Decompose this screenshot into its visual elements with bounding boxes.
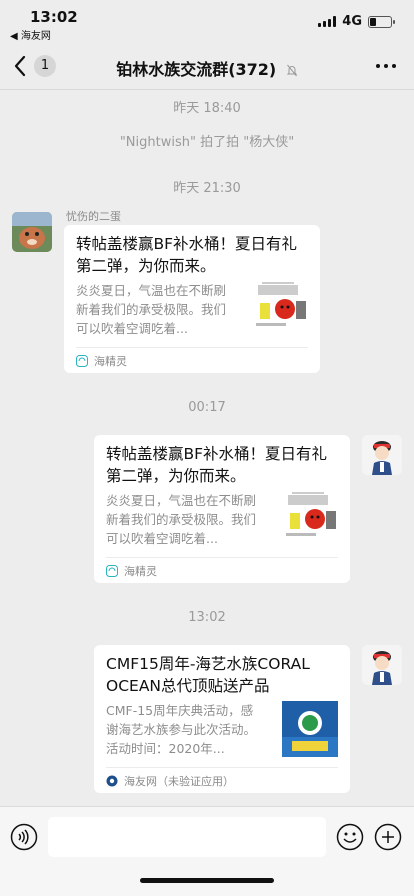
card-source-name: 海友网（未验证应用） xyxy=(124,774,234,788)
more-options-button[interactable] xyxy=(376,64,396,68)
sender-avatar[interactable] xyxy=(12,212,52,252)
mute-bell-icon xyxy=(286,64,298,77)
card-thumbnail xyxy=(282,701,338,757)
sender-name: 忧伤的二蛋 xyxy=(66,210,121,223)
card-description: 炎炎夏日，气温也在不断刷新着我们的承受极限。我们可以吹着空调吃着... xyxy=(106,493,257,546)
chat-title-wrap: 铂林水族交流群(372) xyxy=(0,56,414,80)
timestamp: 13:02 xyxy=(188,610,226,625)
card-description: CMF-15周年庆典活动，感谢海艺水族参与此次活动。活动时间：2020年... xyxy=(106,703,257,756)
timestamp: 昨天 21:30 xyxy=(173,181,241,196)
link-card[interactable]: 转帖盖楼赢BF补水桶！夏日有礼第二弹，为你而来。 炎炎夏日，气温也在不断刷新着我… xyxy=(94,435,350,583)
link-card[interactable]: 转帖盖楼赢BF补水桶！夏日有礼第二弹，为你而来。 炎炎夏日，气温也在不断刷新着我… xyxy=(64,225,320,373)
card-source-name: 海精灵 xyxy=(94,354,127,368)
status-bar: 13:02 ◀ 海友网 4G xyxy=(0,0,414,44)
signal-icon xyxy=(318,16,337,27)
card-title: 转帖盖楼赢BF补水桶！夏日有礼第二弹，为你而来。 xyxy=(106,445,328,485)
add-more-icon[interactable] xyxy=(374,823,402,851)
timestamp: 00:17 xyxy=(188,400,226,415)
mini-program-icon xyxy=(76,354,88,367)
network-type: 4G xyxy=(342,14,362,29)
card-title: 转帖盖楼赢BF补水桶！夏日有礼第二弹，为你而来。 xyxy=(76,235,298,275)
card-source: 海友网（未验证应用） xyxy=(106,767,338,793)
status-time: 13:02 xyxy=(30,8,78,26)
card-source-name: 海精灵 xyxy=(124,564,157,578)
message-input[interactable] xyxy=(48,817,326,857)
card-title: CMF15周年-海艺水族CORAL OCEAN总代顶贴送产品 xyxy=(106,655,310,695)
home-indicator xyxy=(140,878,274,883)
battery-icon xyxy=(368,15,395,28)
voice-input-icon[interactable] xyxy=(10,823,38,851)
chat-title: 铂林水族交流群(372) xyxy=(116,60,277,79)
link-card[interactable]: CMF15周年-海艺水族CORAL OCEAN总代顶贴送产品 CMF-15周年庆… xyxy=(94,645,350,793)
mini-program-icon xyxy=(106,564,118,577)
card-thumbnail xyxy=(252,279,308,335)
status-indicators: 4G xyxy=(318,14,395,29)
card-source: 海精灵 xyxy=(106,557,338,583)
chat-header: 1 铂林水族交流群(372) xyxy=(0,44,414,90)
card-description: 炎炎夏日，气温也在不断刷新着我们的承受极限。我们可以吹着空调吃着... xyxy=(76,283,227,336)
app-logo-icon xyxy=(106,775,118,786)
timestamp: 昨天 18:40 xyxy=(173,101,241,116)
card-thumbnail xyxy=(282,489,338,545)
my-avatar[interactable] xyxy=(362,645,402,685)
my-avatar[interactable] xyxy=(362,435,402,475)
pat-system-message: "Nightwish" 拍了拍 "杨大侠" xyxy=(119,135,295,150)
back-to-app-link[interactable]: ◀ 海友网 xyxy=(10,27,51,42)
card-source: 海精灵 xyxy=(76,347,308,373)
emoji-icon[interactable] xyxy=(336,823,364,851)
